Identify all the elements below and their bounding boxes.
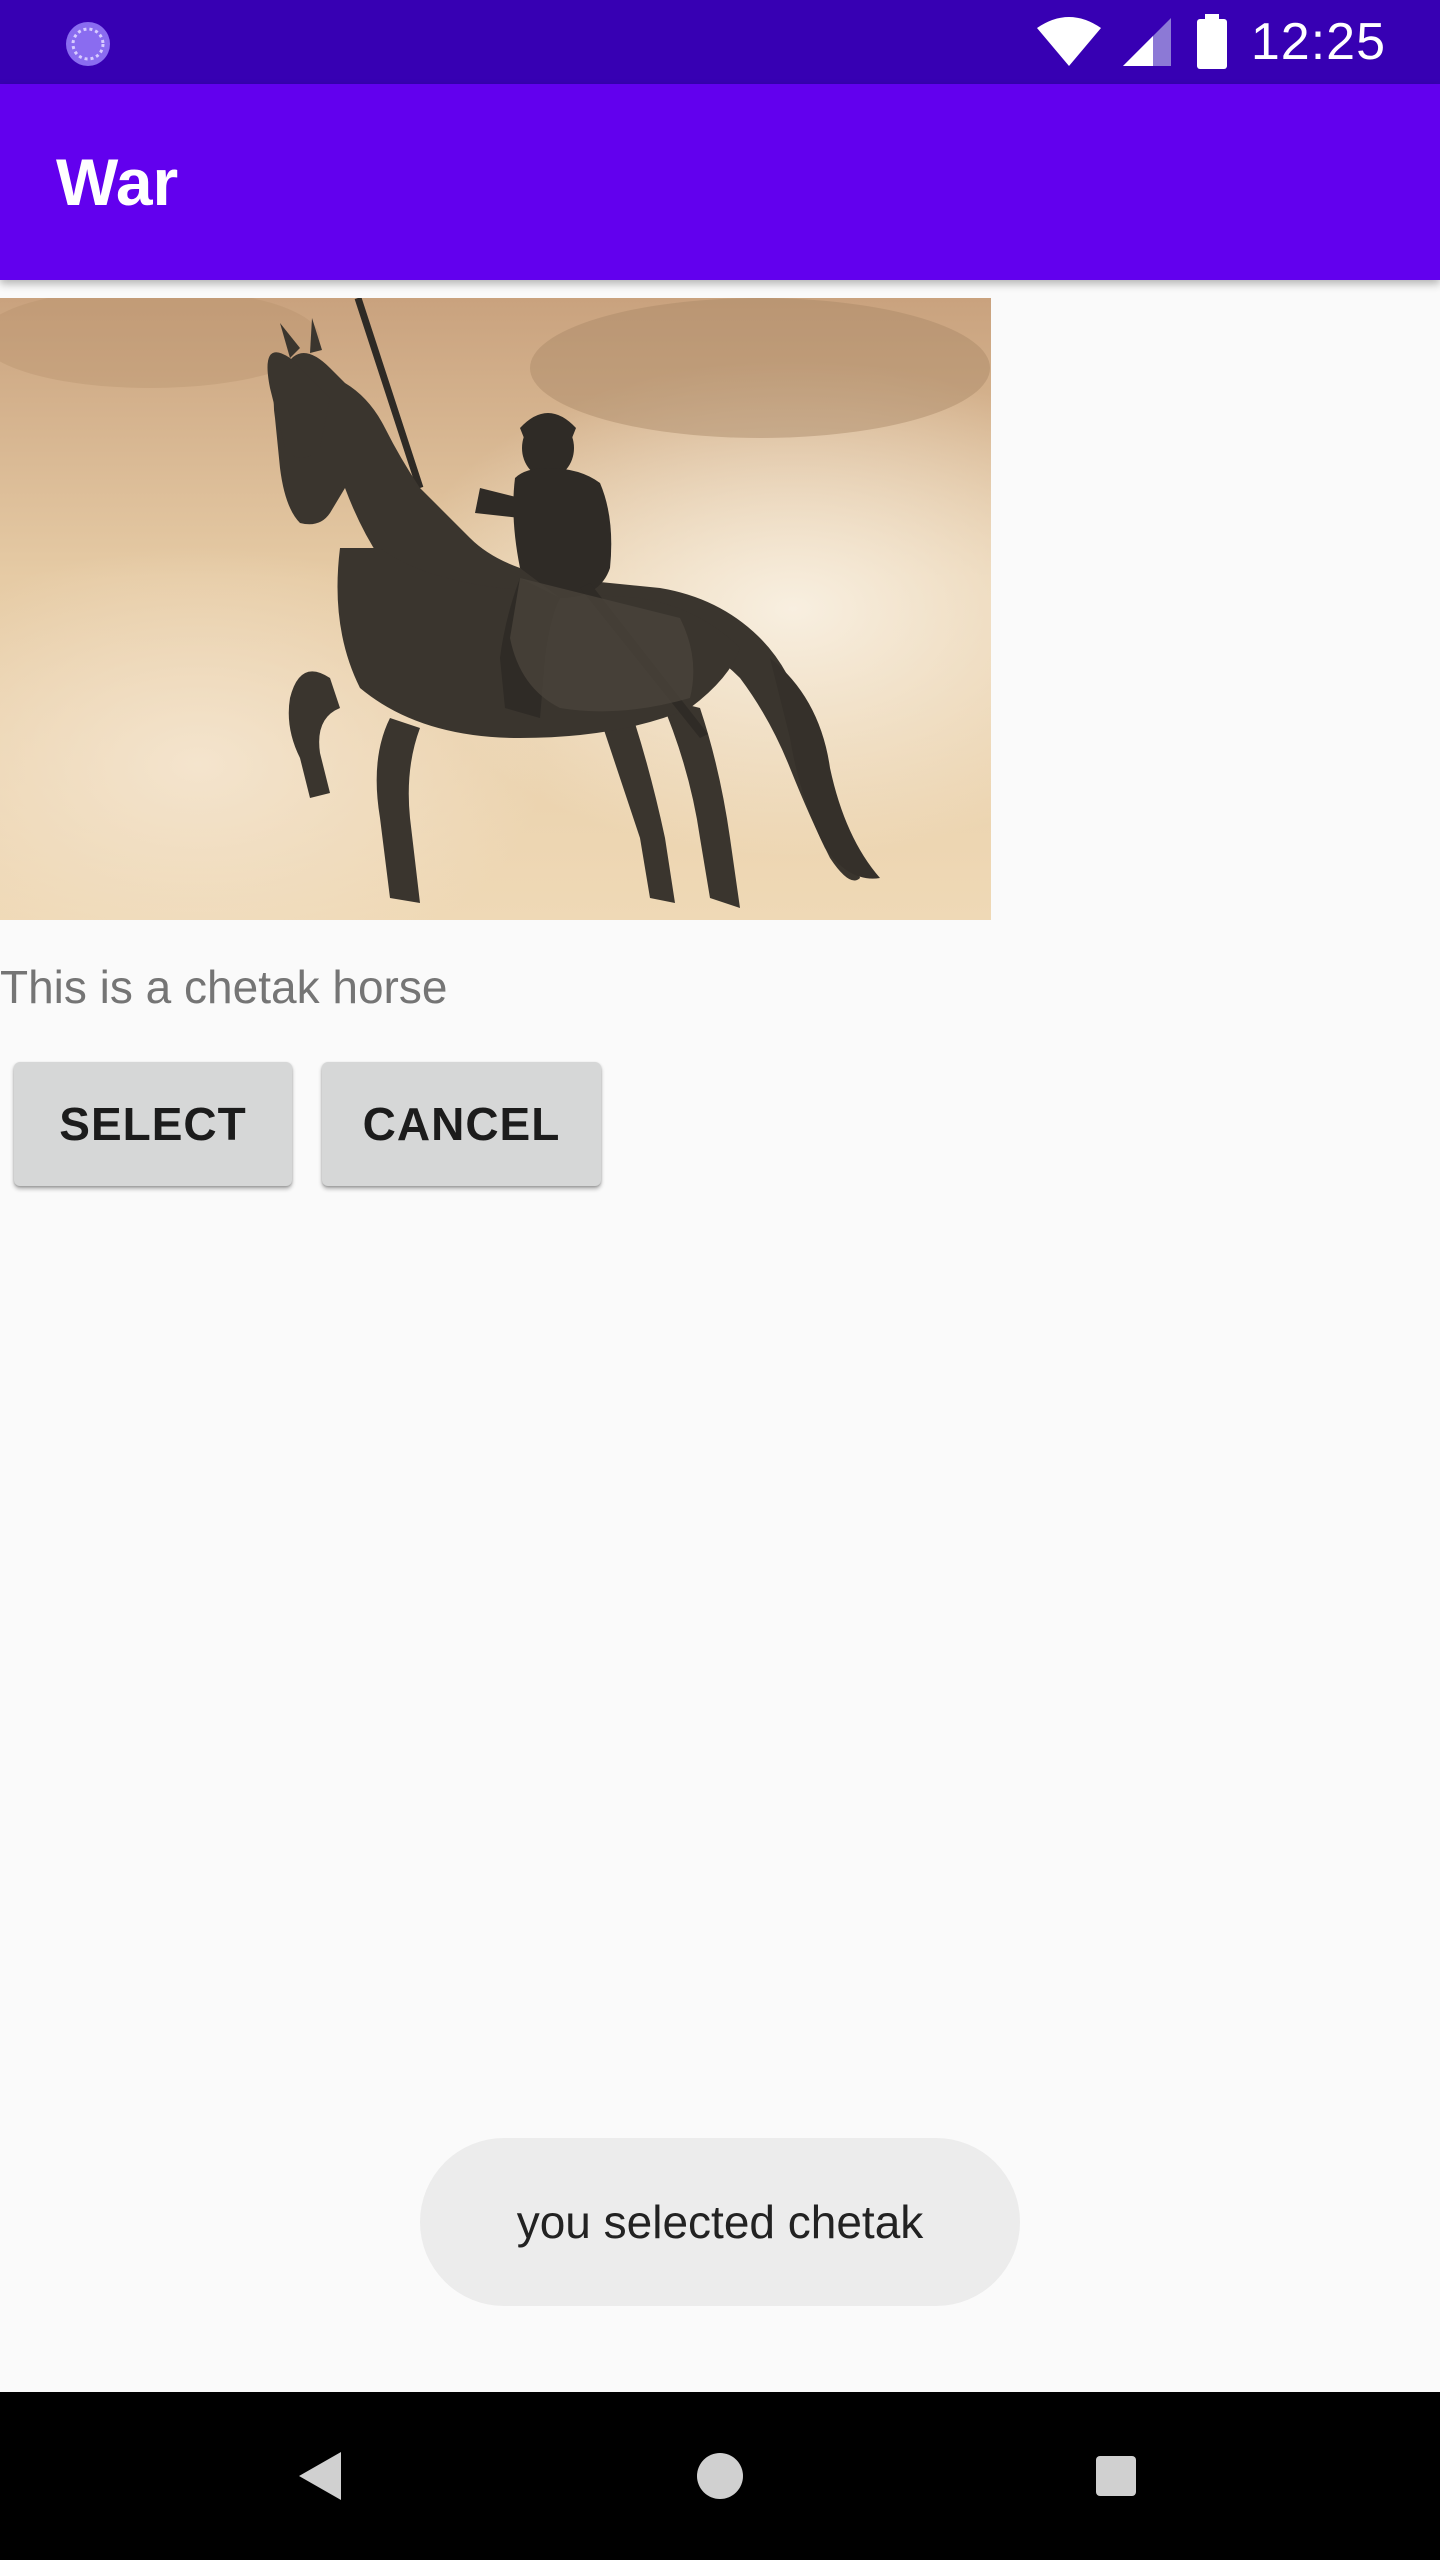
status-time: 12:25 (1250, 13, 1386, 71)
back-icon (299, 2452, 341, 2500)
select-button[interactable]: SELECT (14, 1062, 292, 1186)
cellular-signal-icon (1122, 18, 1171, 66)
battery-icon (1196, 14, 1227, 69)
status-bar: 12:25 (0, 0, 1440, 84)
home-button[interactable] (680, 2392, 760, 2560)
recents-icon (1096, 2456, 1136, 2496)
app-title: War (56, 145, 179, 219)
image-caption: This is a chetak horse (0, 961, 448, 1013)
toast-message: you selected chetak (420, 2138, 1020, 2306)
cancel-button[interactable]: CANCEL (322, 1062, 601, 1186)
app-notification-icon (66, 22, 110, 66)
home-icon (697, 2453, 743, 2499)
wifi-icon (1036, 17, 1101, 66)
status-icons: 12:25 (1036, 0, 1386, 84)
navigation-bar (0, 2392, 1440, 2560)
back-button[interactable] (280, 2392, 360, 2560)
horse-statue-image (0, 298, 991, 920)
recents-button[interactable] (1076, 2392, 1156, 2560)
app-bar: War (0, 84, 1440, 280)
